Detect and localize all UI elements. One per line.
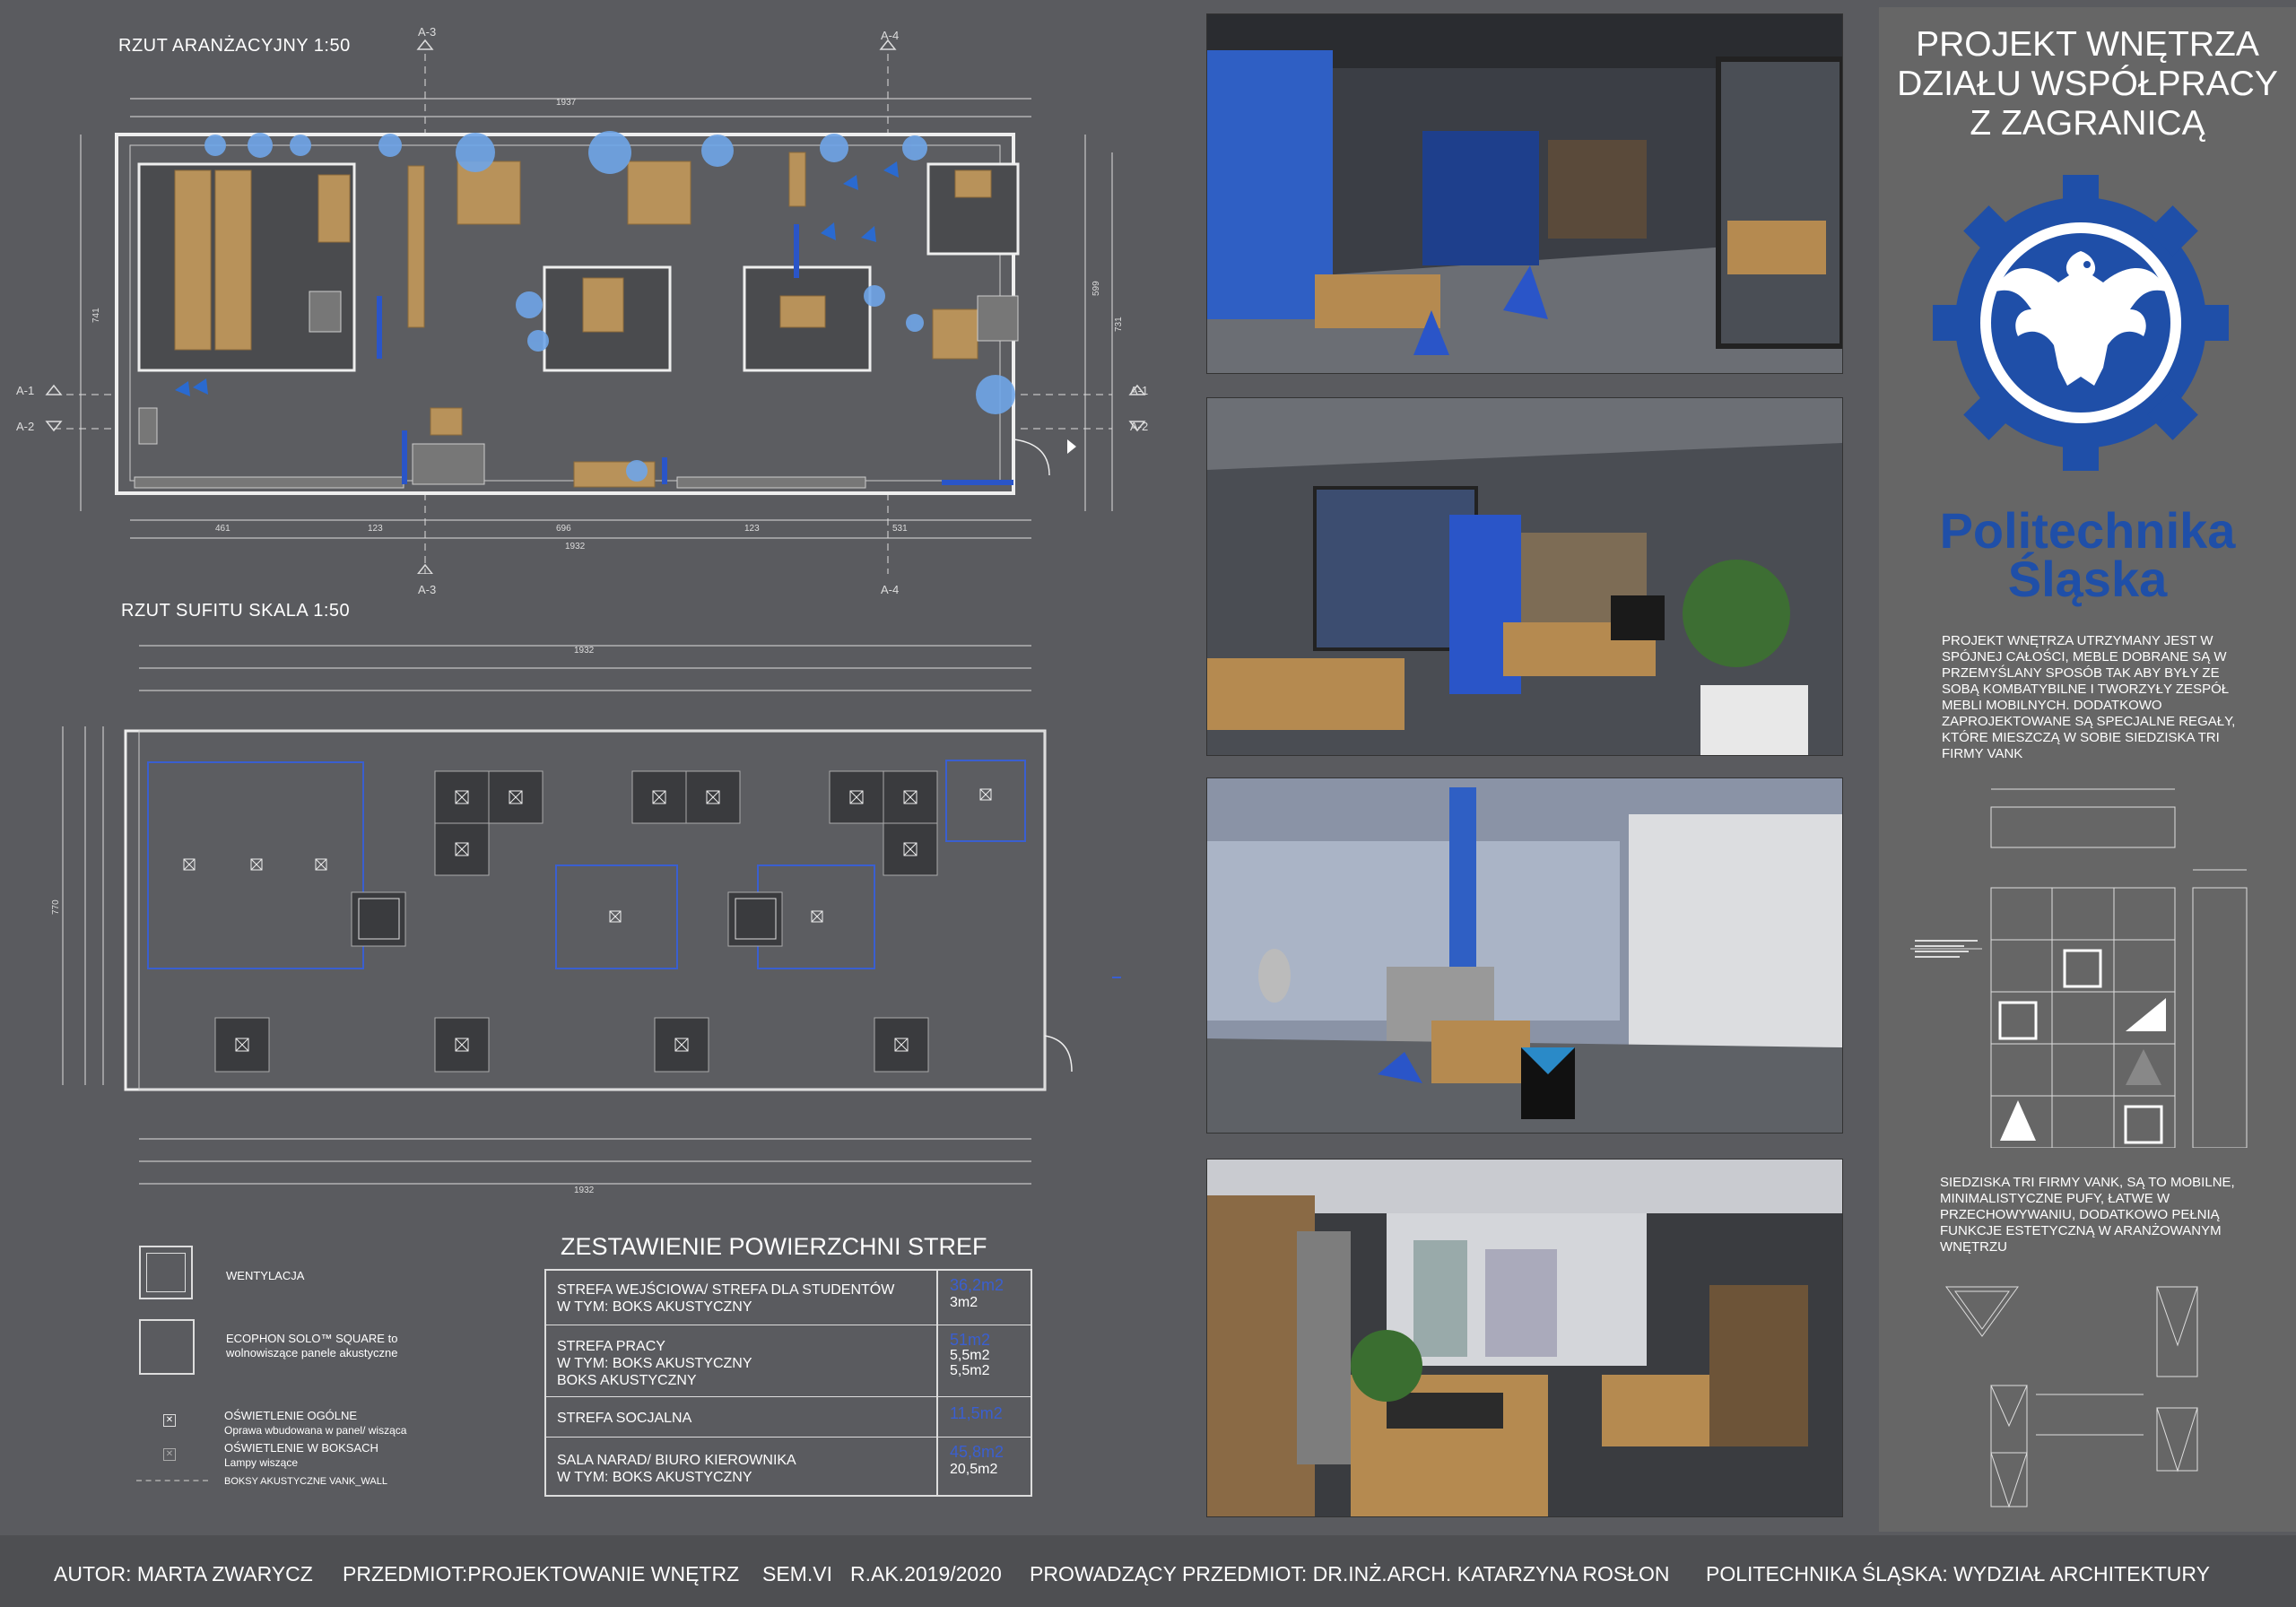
university-logo-icon	[1933, 175, 2229, 471]
university-name: Politechnika Śląska	[1939, 502, 2236, 607]
section-a1-left: A-1	[16, 384, 35, 397]
footer-bar: AUTOR: MARTA ZWARYCZ PRZEDMIOT:PROJEKTOW…	[0, 1535, 2296, 1607]
svg-text:1932: 1932	[574, 1186, 595, 1195]
section-a4-top: A-4	[881, 29, 900, 42]
svg-text:461: 461	[215, 524, 230, 534]
render-photo-4	[1206, 1159, 1843, 1517]
svg-text:531: 531	[892, 524, 908, 534]
svg-text:696: 696	[556, 524, 571, 534]
footer-teacher: PROWADZĄCY PRZEDMIOT: DR.INŻ.ARCH. KATAR…	[1030, 1562, 1670, 1585]
square-panel-icon	[139, 1319, 195, 1375]
section-a3-bottom: A-3	[418, 583, 437, 596]
pouf-drawings	[1945, 1286, 2198, 1508]
dashed-line-icon	[136, 1480, 208, 1481]
svg-text:731: 731	[1114, 317, 1124, 332]
light-cross-icon: ✕	[163, 1414, 176, 1427]
legend-label-vank-wall: BOKSY AKUSTYCZNE VANK_WALL	[224, 1476, 387, 1487]
shelf-drawing	[1910, 788, 2248, 1148]
ceiling-title: RZUT SUFITU SKALA 1:50	[121, 601, 351, 621]
section-a2-left: A-2	[16, 420, 35, 433]
footer-subject: PRZEDMIOT:PROJEKTOWANIE WNĘTRZ	[343, 1562, 740, 1585]
table-row: STREFA SOCJALNA 11,5m2	[546, 1396, 1031, 1438]
legend-label-oswietlenie-ogolne: OŚWIETLENIE OGÓLNE	[224, 1409, 358, 1422]
pouf-description: SIEDZISKA TRI FIRMY VANK, SĄ TO MOBILNE,…	[1940, 1175, 2235, 1255]
legend-label-wentylacja: WENTYLACJA	[226, 1269, 305, 1282]
section-a3-top: A-3	[418, 25, 437, 39]
project-description: PROJEKT WNĘTRZA UTRZYMANY JEST W SPÓJNEJ…	[1942, 633, 2236, 761]
project-title: PROJEKT WNĘTRZA DZIAŁU WSPÓŁPRACY Z ZAGR…	[1897, 25, 2278, 143]
svg-text:770: 770	[51, 899, 61, 915]
ceiling-plan: 1932 1932 770	[51, 645, 1121, 1195]
legend-sub-oswietlenie-boksy: Lampy wiszące	[224, 1456, 299, 1469]
table-row: STREFA WEJŚCIOWA/ STREFA DLA STUDENTÓW W…	[557, 1276, 1004, 1315]
footer-semester: SEM.VI	[762, 1562, 832, 1585]
section-a4-bottom: A-4	[881, 583, 900, 596]
svg-text:123: 123	[744, 524, 760, 534]
svg-text:1937: 1937	[556, 98, 577, 108]
footer-year: R.AK.2019/2020	[850, 1562, 1002, 1585]
legend: WENTYLACJA ECOPHON SOLO™ SQUARE to wolno…	[135, 1242, 457, 1493]
light-cross-small-icon: ✕	[163, 1448, 176, 1461]
section-a1-right: A-1	[1130, 384, 1149, 397]
svg-text:123: 123	[368, 524, 383, 534]
floor-plan: 1937 461 123 696 123 531 1932 741 599 731	[45, 39, 1146, 574]
legend-label-oswietlenie-boksy: OŚWIETLENIE W BOKSACH	[224, 1441, 378, 1455]
svg-text:599: 599	[1091, 281, 1101, 296]
legend-label-ecophon: ECOPHON SOLO™ SQUARE to wolnowiszące pan…	[226, 1332, 398, 1359]
area-summary-table: STREFA WEJŚCIOWA/ STREFA DLA STUDENTÓW W…	[544, 1269, 1032, 1497]
legend-sub-oswietlenie-ogolne: Oprawa wbudowana w panel/ wisząca	[224, 1424, 407, 1437]
area-summary: ZESTAWIENIE POWIERZCHNI STREF STREFA WEJ…	[544, 1233, 1032, 1497]
footer-faculty: POLITECHNIKA ŚLĄSKA: WYDZIAŁ ARCHITEKTUR…	[1706, 1562, 2210, 1585]
render-photo-2	[1206, 397, 1843, 756]
render-photo-3	[1206, 777, 1843, 1134]
render-photo-1	[1206, 13, 1843, 374]
footer-author: AUTOR: MARTA ZWARYCZ	[54, 1562, 313, 1585]
area-summary-title: ZESTAWIENIE POWIERZCHNI STREF	[561, 1233, 987, 1260]
section-a2-right: A-2	[1130, 420, 1149, 433]
table-row: STREFA PRACY W TYM: BOKS AKUSTYCZNY BOKS…	[546, 1325, 1031, 1397]
svg-text:1932: 1932	[565, 542, 586, 552]
square-outline-icon	[139, 1246, 193, 1299]
svg-text:1932: 1932	[574, 646, 595, 656]
table-row: SALA NARAD/ BIURO KIEROWNIKA W TYM: BOKS…	[546, 1437, 1031, 1496]
svg-text:741: 741	[91, 308, 101, 323]
